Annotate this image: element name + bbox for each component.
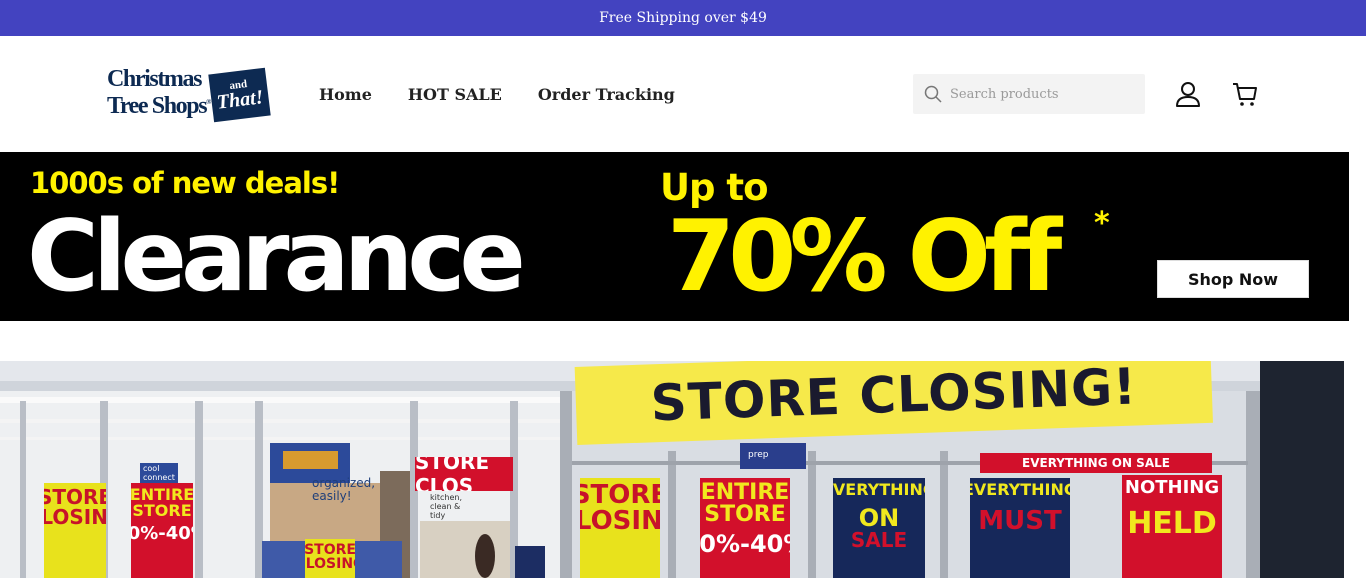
sign-entire-store-left: ENTIRE STORE 30%-40% [131,483,193,578]
search-icon [924,85,942,103]
sign-prep: prep [748,450,769,460]
nav-item-hot-sale[interactable]: HOT SALE [408,85,502,104]
sign-store-closing-center: STORE CLOSING [580,478,660,578]
hero-image[interactable]: STORE CLOSING! STORE CLOSING ENTIRE STOR… [0,361,1344,578]
sign-text-line: connect [143,473,175,482]
sign-text-line: HELD [1127,506,1217,541]
sign-text-line: STORE [704,502,786,527]
sign-everything-on-sale-top: EVERYTHING ON SALE [980,453,1212,473]
sign-text-line: kitchen, [430,493,462,502]
nav-item-order-tracking[interactable]: Order Tracking [538,85,675,104]
sign-everything-on-sale: EVERYTHING ON SALE [833,478,925,578]
nav-item-home[interactable]: Home [319,85,372,104]
sign-text-line: tidy [430,511,446,520]
banner-asterisk: * [1094,206,1110,241]
sign-text-line: easily! [312,489,352,503]
sign-store-closing-left: STORE CLOSING [44,483,106,578]
logo-line-1: Christmas [107,66,202,92]
sign-text-line: STORE [580,480,660,510]
sign-text-line: STORE [44,485,106,509]
logo-wordmark: Christmas Tree Shops® [107,66,211,118]
sign-store-clos: STORE CLOS [415,457,513,491]
sign-text-line: ON [858,504,900,532]
banner-kicker: 1000s of new deals! [30,166,340,200]
sign-text-line: EVERYTHING [833,480,925,499]
sign-kitchen: kitchen, clean & tidy [430,493,462,520]
logo-registered: ® [206,98,211,106]
sign-text-line: ENTIRE [700,480,790,505]
sign-cool-connect: cool connect [140,463,178,483]
logo-badge: and That! [208,67,271,123]
sign-text-line: STORE [132,501,192,520]
cart-button[interactable] [1231,80,1259,108]
announcement-text: Free Shipping over $49 [599,10,767,26]
sign-text-line: NOTHING [1124,477,1220,498]
sign-text-line: CLOSING [305,556,355,572]
logo-line-2-text: Tree Shops [107,93,208,119]
sign-text-line: STORE [305,542,355,558]
site-logo[interactable]: Christmas Tree Shops® and That! [107,66,271,124]
clearance-banner[interactable]: 1000s of new deals! Clearance Up to 70% … [0,152,1349,321]
account-button[interactable] [1174,80,1202,108]
banner-headline: Clearance [27,200,526,314]
banner-discount: 70% Off [667,200,1062,314]
sign-text-line: EVERYTHING [970,480,1070,499]
sign-text-line: CLOSING [44,505,106,529]
sign-text-line: cool [143,464,160,473]
announcement-bar: Free Shipping over $49 [0,0,1366,36]
search-input[interactable] [950,86,1140,102]
sign-text-line: CLOSING [580,506,660,536]
shop-now-button[interactable]: Shop Now [1157,260,1309,298]
logo-line-2: Tree Shops® [107,91,211,118]
sign-text-line: 30%-40% [700,530,790,558]
logo-badge-that: That! [215,86,265,114]
sign-everything-must: EVERYTHING MUST [970,478,1070,578]
sign-text-line: 30%-40% [131,523,193,544]
sign-text-line: MUST [978,506,1062,536]
site-header: Christmas Tree Shops® and That! Home HOT… [0,36,1366,152]
cart-icon [1233,83,1257,106]
sign-text-line: SALE [850,528,908,552]
user-icon [1176,82,1200,107]
sign-store-closing-floor: STORE CLOSING [305,539,355,578]
sign-organized: organized, easily! [312,477,375,503]
sign-entire-store-center: ENTIRE STORE 30%-40% [700,478,790,578]
search-box [913,74,1145,114]
main-nav: Home HOT SALE Order Tracking [319,85,675,104]
sign-nothing-held: NOTHING HELD [1122,475,1222,578]
sign-text-line: clean & [430,502,461,511]
